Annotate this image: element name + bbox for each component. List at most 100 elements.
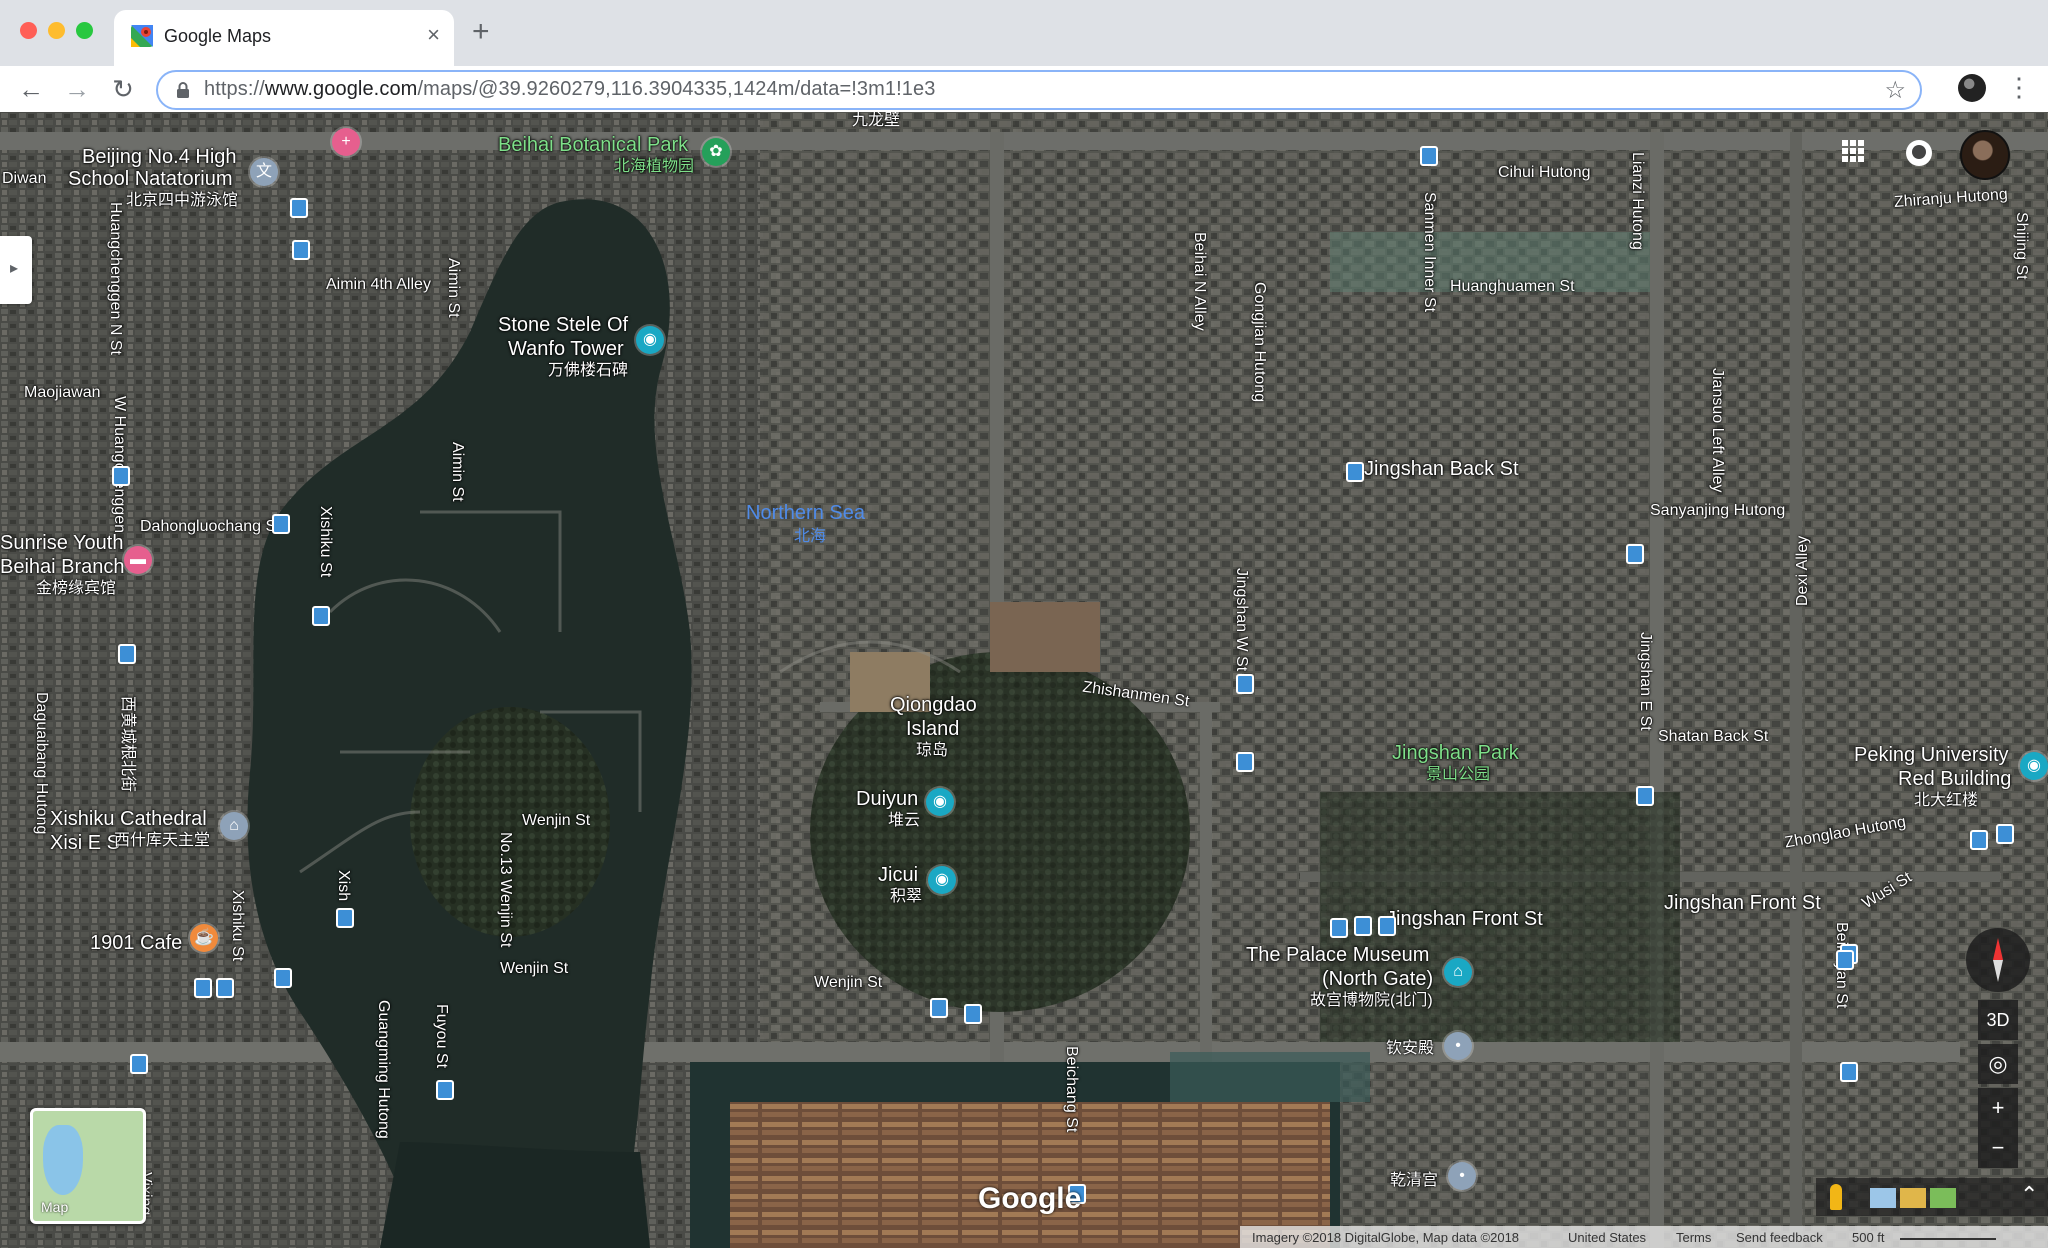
label-stone-stele-2[interactable]: Wanfo Tower [508,338,624,360]
peking-camera-icon[interactable]: ◉ [2020,752,2048,780]
side-panel-toggle[interactable]: ▸ [0,236,32,304]
label-duiyun-cn[interactable]: 堆云 [888,812,920,830]
hospital-marker-icon[interactable]: + [332,128,360,156]
label-jingshan-e[interactable]: Jingshan E St [1636,632,1654,731]
bus-stop-icon[interactable] [964,1004,982,1024]
tab-google-maps[interactable]: Google Maps × [114,10,454,66]
label-qiongdao-2[interactable]: Island [906,718,959,740]
forward-button[interactable]: → [62,74,92,104]
bus-stop-icon[interactable] [1236,674,1254,694]
3d-toggle-button[interactable]: 3D [1978,1000,2018,1040]
label-jicui[interactable]: Jicui [878,864,918,886]
send-feedback-link[interactable]: Send feedback [1736,1230,1823,1245]
back-button[interactable]: ← [16,74,46,104]
label-daguaibang[interactable]: Daguaibang Hutong [32,692,50,834]
label-maojiawan[interactable]: Maojiawan [24,384,100,402]
label-peking-cn[interactable]: 北大红楼 [1914,792,1978,810]
new-tab-button[interactable]: + [472,17,490,47]
label-guangming-hutong[interactable]: Guangming Hutong [374,1000,392,1139]
label-stone-stele-cn[interactable]: 万佛楼石碑 [548,362,628,380]
bus-stop-icon[interactable] [292,240,310,260]
label-dahongluochang[interactable]: Dahongluochang St [140,518,281,536]
label-shatan-back[interactable]: Shatan Back St [1658,728,1768,746]
label-xisi-e-s[interactable]: Xisi E S [50,832,120,854]
label-sunrise-cn[interactable]: 金榜缘宾馆 [36,580,116,598]
label-northern-sea[interactable]: Northern Sea [746,502,865,524]
label-sunrise-1[interactable]: Sunrise Youth [0,532,123,554]
cathedral-marker-icon[interactable]: ⌂ [220,812,248,840]
layer-thumb-transit[interactable] [1900,1188,1926,1208]
label-shijing[interactable]: Shijing St [2012,212,2030,280]
bus-stop-icon[interactable] [1840,1062,1858,1082]
country-link[interactable]: United States [1568,1230,1646,1245]
compass-control[interactable] [1966,928,2030,992]
label-qinandian[interactable]: 钦安殿 [1386,1040,1434,1058]
label-wenjin-st-3[interactable]: Wenjin St [814,974,882,992]
bus-stop-icon[interactable] [930,998,948,1018]
bus-stop-icon[interactable] [436,1080,454,1100]
label-xishiku-st-2[interactable]: Xishiku St [228,890,246,961]
label-w-huangchenggen[interactable]: W Huangchenggen [110,396,128,533]
label-palace-1[interactable]: The Palace Museum [1246,944,1429,966]
bus-stop-icon[interactable] [118,644,136,664]
label-beihai-botanical[interactable]: Beihai Botanical Park [498,134,688,156]
label-jingshan-front[interactable]: Jingshan Front St [1664,892,1821,914]
label-wenjin-st[interactable]: Wenjin St [522,812,590,830]
label-jingshan-back[interactable]: Jingshan Back St [1364,458,1519,480]
address-bar[interactable]: https://www.google.com/maps/@39.9260279,… [156,70,1922,110]
browser-menu-button[interactable]: ⋮ [2006,72,2032,102]
minimize-window-button[interactable] [48,22,65,39]
bookmark-star-icon[interactable]: ☆ [1884,76,1906,105]
label-jiulongbi[interactable]: 九龙壁 [852,112,900,130]
label-jingshan-front-2[interactable]: Jingshan Front St [1386,908,1543,930]
notifications-icon[interactable] [1906,140,1932,166]
hotel-marker-icon[interactable]: ▬ [124,546,152,574]
bus-stop-icon[interactable] [1626,544,1644,564]
stone-stele-camera-icon[interactable]: ◉ [636,326,664,354]
label-diwan[interactable]: Diwan [2,170,46,188]
terms-link[interactable]: Terms [1676,1230,1711,1245]
close-window-button[interactable] [20,22,37,39]
label-qiongdao-cn[interactable]: 琼岛 [916,742,948,760]
label-palace-2[interactable]: (North Gate) [1322,968,1433,990]
chevron-up-icon[interactable]: ⌃ [2020,1182,2038,1208]
bus-stop-icon[interactable] [1330,918,1348,938]
label-jingshan-park-cn[interactable]: 景山公园 [1426,766,1490,784]
label-wenjin-st-2[interactable]: Wenjin St [500,960,568,978]
label-xish[interactable]: Xish [334,870,352,901]
label-cihui[interactable]: Cihui Hutong [1498,164,1591,182]
bus-stop-icon[interactable] [1970,830,1988,850]
park-marker-icon[interactable]: ✿ [702,138,730,166]
label-beihai-botanical-cn[interactable]: 北海植物园 [614,158,694,176]
label-qiongdao-1[interactable]: Qiongdao [890,694,977,716]
qianqinggong-marker-icon[interactable]: • [1448,1162,1476,1190]
bus-stop-icon[interactable] [290,198,308,218]
apps-grid-icon[interactable] [1842,140,1864,162]
label-palace-cn[interactable]: 故宫博物院(北门) [1310,992,1433,1010]
label-aimin-st-1[interactable]: Aimin St [444,258,462,318]
bus-stop-icon[interactable] [216,978,234,998]
label-xishiku-cathedral-cn[interactable]: 西什库天主堂 [114,832,210,850]
bus-stop-icon[interactable] [1354,916,1372,936]
label-stone-stele-1[interactable]: Stone Stele Of [498,314,628,336]
label-jingshan-w[interactable]: Jingshan W St [1232,568,1250,671]
label-fuyou-st[interactable]: Fuyou St [432,1004,450,1068]
bus-stop-icon[interactable] [336,908,354,928]
bus-stop-icon[interactable] [1836,950,1854,970]
label-sunrise-2[interactable]: Beihai Branch [0,556,125,578]
bus-stop-icon[interactable] [312,606,330,626]
zoom-window-button[interactable] [76,22,93,39]
label-1901-cafe[interactable]: 1901 Cafe [90,932,182,954]
layer-thumb-terrain[interactable] [1930,1188,1956,1208]
cafe-marker-icon[interactable]: ☕ [190,924,218,952]
palace-museum-marker-icon[interactable]: ⌂ [1444,958,1472,986]
scale-label[interactable]: 500 ft [1852,1230,1885,1245]
label-northern-sea-cn[interactable]: 北海 [794,528,826,546]
zoom-in-button[interactable]: + [1978,1088,2018,1128]
map-type-switcher[interactable]: Map [30,1108,146,1224]
label-xihuangchenggen-cn[interactable]: 西黄城根北街 [118,696,136,792]
label-huangchenggen-n[interactable]: Huangchenggen N St [106,202,124,355]
label-natatorium-cn[interactable]: 北京四中游泳馆 [126,192,238,210]
label-dexi[interactable]: Dexi Alley [1794,536,1812,606]
bus-stop-icon[interactable] [1996,824,2014,844]
